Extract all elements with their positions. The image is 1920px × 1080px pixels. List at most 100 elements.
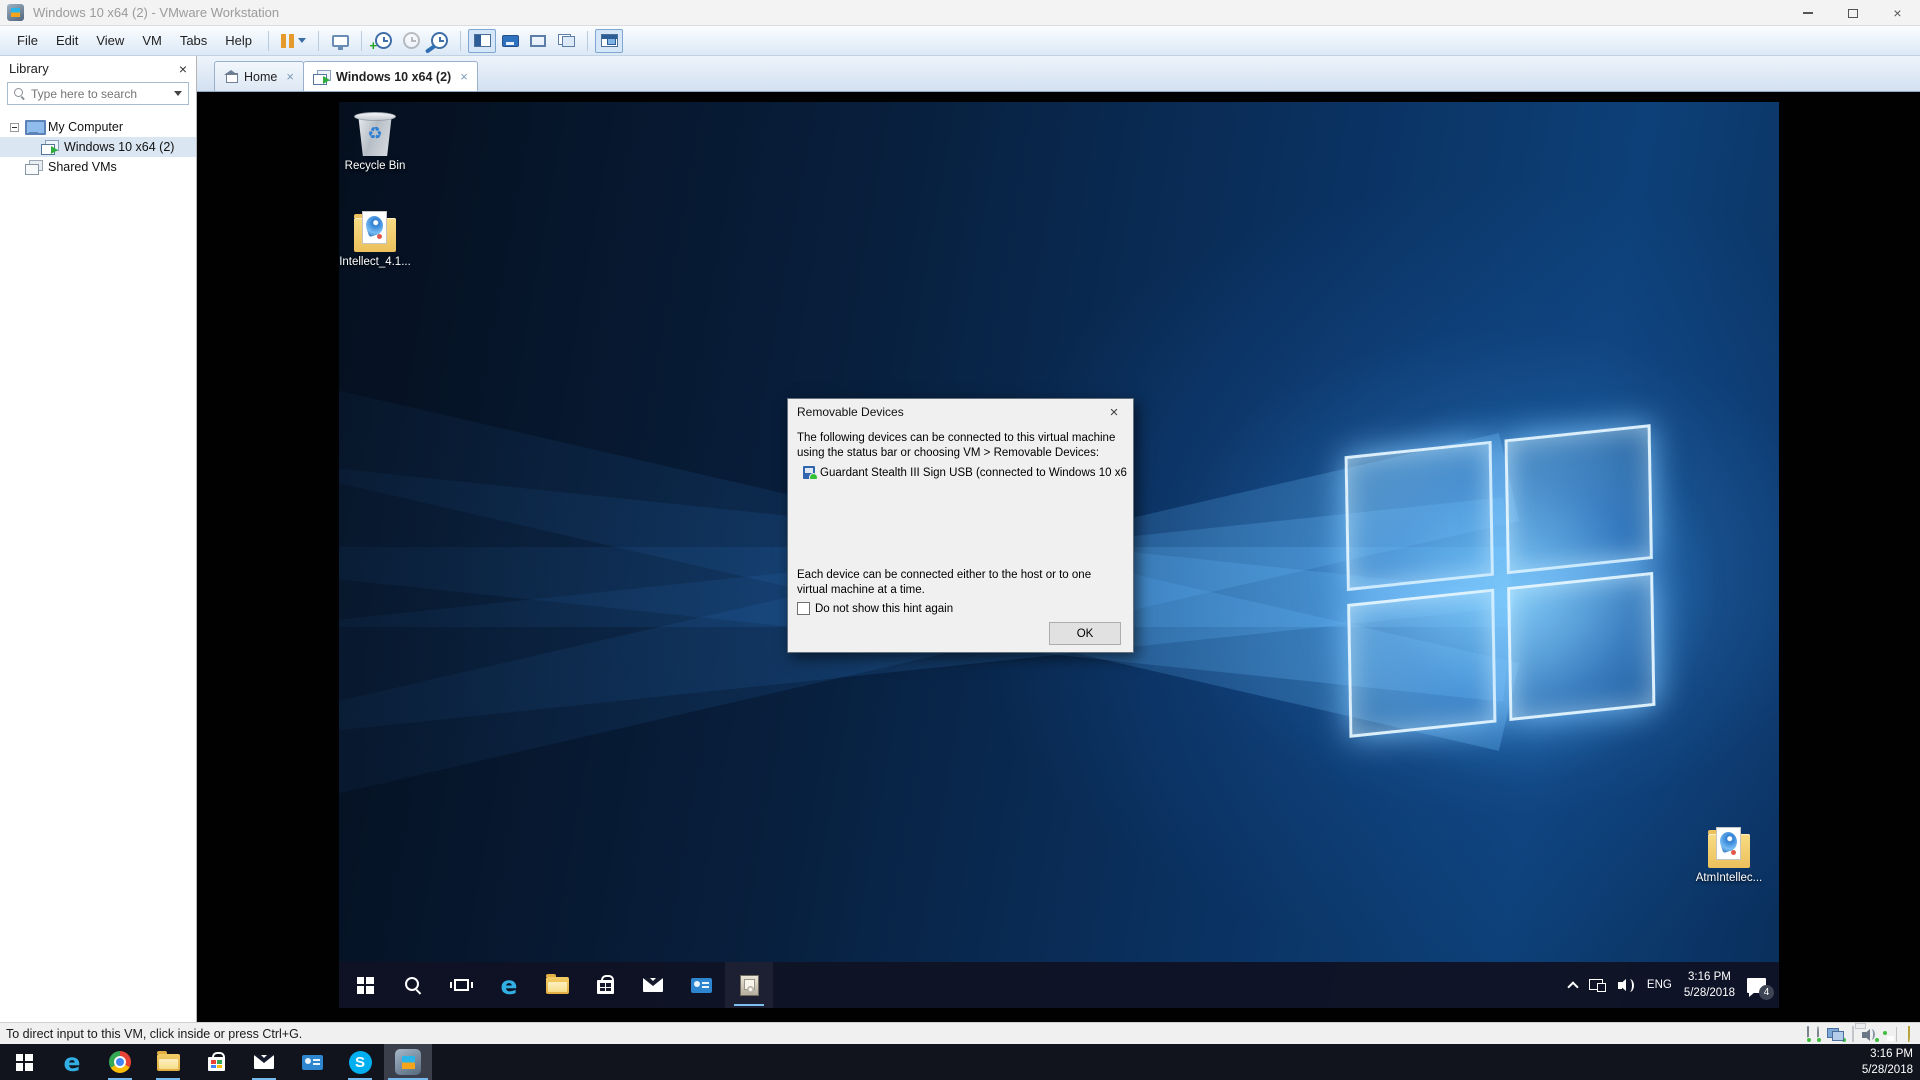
show-thumbnail-bar-toggle[interactable] bbox=[496, 29, 524, 53]
tab-label: Windows 10 x64 (2) bbox=[336, 70, 451, 84]
sound-device-icon[interactable] bbox=[1862, 1028, 1877, 1041]
menu-edit[interactable]: Edit bbox=[47, 28, 87, 53]
search-input[interactable] bbox=[31, 87, 168, 101]
window-title: Windows 10 x64 (2) - VMware Workstation bbox=[33, 5, 279, 20]
host-date: 5/28/2018 bbox=[1862, 1063, 1913, 1079]
pause-dropdown-icon[interactable] bbox=[298, 38, 306, 43]
guest-clock[interactable]: 3:16 PM 5/28/2018 bbox=[1684, 969, 1735, 1001]
close-button[interactable]: × bbox=[1875, 0, 1920, 26]
network-icon[interactable] bbox=[1589, 979, 1606, 992]
menu-file[interactable]: File bbox=[8, 28, 47, 53]
host-clock[interactable]: 3:16 PM 5/28/2018 bbox=[1862, 1047, 1913, 1078]
guest-edge-button[interactable]: e bbox=[485, 962, 533, 1008]
send-ctrl-alt-del-button[interactable] bbox=[326, 29, 354, 53]
mail-icon bbox=[254, 1055, 274, 1069]
guest-screen[interactable]: Recycle Bin Intellect_4.1... AtmIntellec… bbox=[339, 102, 1779, 1008]
hard-disk-device-icon[interactable] bbox=[1807, 1027, 1809, 1041]
minimize-button[interactable] bbox=[1785, 0, 1830, 26]
snapshot-manager-icon bbox=[431, 32, 448, 49]
notification-badge: 4 bbox=[1759, 985, 1774, 1000]
window-titlebar: Windows 10 x64 (2) - VMware Workstation … bbox=[0, 0, 1920, 26]
menu-help[interactable]: Help bbox=[216, 28, 261, 53]
folder-icon bbox=[354, 218, 396, 252]
tab-home[interactable]: Home bbox=[214, 61, 304, 91]
guest-file-explorer-button[interactable] bbox=[533, 962, 581, 1008]
show-library-toggle[interactable] bbox=[468, 29, 496, 53]
tree-item-shared-vms[interactable]: Shared VMs bbox=[0, 157, 196, 177]
printer-device-icon[interactable] bbox=[1852, 1027, 1854, 1041]
device-status-icons bbox=[1807, 1023, 1910, 1045]
guest-taskbar: e ENG 3:16 PM bbox=[339, 962, 1779, 1008]
guest-store-button[interactable] bbox=[581, 962, 629, 1008]
host-edge-button[interactable]: e bbox=[48, 1044, 96, 1080]
host-skype-button[interactable]: S bbox=[336, 1044, 384, 1080]
desktop-icon-label: Recycle Bin bbox=[345, 160, 406, 172]
library-header: Library bbox=[0, 56, 196, 81]
revert-snapshot-button[interactable] bbox=[397, 29, 425, 53]
toolbar-separator bbox=[460, 31, 461, 51]
desktop-icon-atmintellect[interactable]: AtmIntellec... bbox=[1687, 834, 1771, 884]
hint-checkbox-row[interactable]: Do not show this hint again bbox=[797, 602, 953, 615]
dialog-titlebar[interactable]: Removable Devices bbox=[788, 399, 1133, 425]
toolbar-separator bbox=[268, 31, 269, 51]
thumbnail-bar-icon bbox=[502, 35, 519, 47]
people-icon bbox=[691, 978, 712, 993]
tab-vm-active[interactable]: Windows 10 x64 (2) bbox=[303, 61, 478, 91]
desktop-icon-recycle-bin[interactable]: Recycle Bin bbox=[339, 110, 417, 172]
speaker-icon[interactable] bbox=[1618, 979, 1635, 992]
host-start-button[interactable] bbox=[0, 1044, 48, 1080]
library-close-button[interactable] bbox=[179, 61, 187, 77]
take-snapshot-button[interactable]: + bbox=[369, 29, 397, 53]
folder-icon bbox=[1708, 834, 1750, 868]
message-log-icon[interactable] bbox=[1908, 1027, 1910, 1041]
action-center-icon[interactable]: 4 bbox=[1747, 978, 1766, 993]
host-chrome-button[interactable] bbox=[96, 1044, 144, 1080]
store-icon bbox=[597, 980, 614, 994]
guest-people-button[interactable] bbox=[677, 962, 725, 1008]
device-list-item[interactable]: Guardant Stealth III Sign USB (connected… bbox=[803, 466, 1127, 479]
chrome-icon bbox=[109, 1051, 131, 1073]
tab-bar: Home Windows 10 x64 (2) bbox=[197, 56, 1920, 92]
host-time: 3:16 PM bbox=[1862, 1047, 1913, 1063]
dialog-close-button[interactable] bbox=[1095, 399, 1133, 425]
tree-label: Windows 10 x64 (2) bbox=[64, 140, 174, 154]
pause-button[interactable] bbox=[276, 29, 311, 53]
host-taskbar: e S 3:16 PM 5/28/2018 bbox=[0, 1044, 1920, 1080]
language-indicator[interactable]: ENG bbox=[1647, 979, 1672, 991]
maximize-button[interactable] bbox=[1830, 0, 1875, 26]
host-mail-button[interactable] bbox=[240, 1044, 288, 1080]
search-dropdown-icon[interactable] bbox=[174, 91, 182, 96]
fullscreen-button[interactable] bbox=[524, 29, 552, 53]
tree-item-my-computer[interactable]: My Computer bbox=[0, 117, 196, 137]
menu-view[interactable]: View bbox=[87, 28, 133, 53]
guest-intellect-installer-button[interactable] bbox=[725, 962, 773, 1008]
host-file-explorer-button[interactable] bbox=[144, 1044, 192, 1080]
guest-search-button[interactable] bbox=[389, 962, 437, 1008]
installer-box-icon bbox=[740, 975, 759, 996]
guest-start-button[interactable] bbox=[341, 962, 389, 1008]
snapshot-manager-button[interactable] bbox=[425, 29, 453, 53]
menu-vm[interactable]: VM bbox=[133, 28, 171, 53]
status-hint: To direct input to this VM, click inside… bbox=[6, 1027, 302, 1041]
tree-item-vm[interactable]: Windows 10 x64 (2) bbox=[0, 137, 196, 157]
desktop-icon-intellect[interactable]: Intellect_4.1... bbox=[339, 218, 417, 268]
console-view-toggle[interactable] bbox=[595, 29, 623, 53]
guest-task-view-button[interactable] bbox=[437, 962, 485, 1008]
host-vmware-button[interactable] bbox=[384, 1044, 432, 1080]
guest-mail-button[interactable] bbox=[629, 962, 677, 1008]
library-panel: Library My Computer Windows 10 x64 (2) S… bbox=[0, 56, 197, 1022]
minimize-icon bbox=[1803, 12, 1813, 14]
menu-tabs[interactable]: Tabs bbox=[171, 28, 216, 53]
collapse-icon[interactable] bbox=[10, 123, 19, 132]
unity-button[interactable] bbox=[552, 29, 580, 53]
host-store-button[interactable] bbox=[192, 1044, 240, 1080]
ok-button[interactable]: OK bbox=[1049, 622, 1121, 645]
tab-close-icon[interactable] bbox=[460, 69, 468, 84]
cd-dvd-device-icon[interactable] bbox=[1817, 1027, 1819, 1041]
tray-chevron-up-icon[interactable] bbox=[1567, 981, 1578, 992]
network-adapter-device-icon[interactable] bbox=[1827, 1028, 1844, 1041]
host-people-button[interactable] bbox=[288, 1044, 336, 1080]
tab-close-icon[interactable] bbox=[286, 69, 294, 84]
checkbox[interactable] bbox=[797, 602, 810, 615]
pause-icon bbox=[281, 34, 294, 48]
